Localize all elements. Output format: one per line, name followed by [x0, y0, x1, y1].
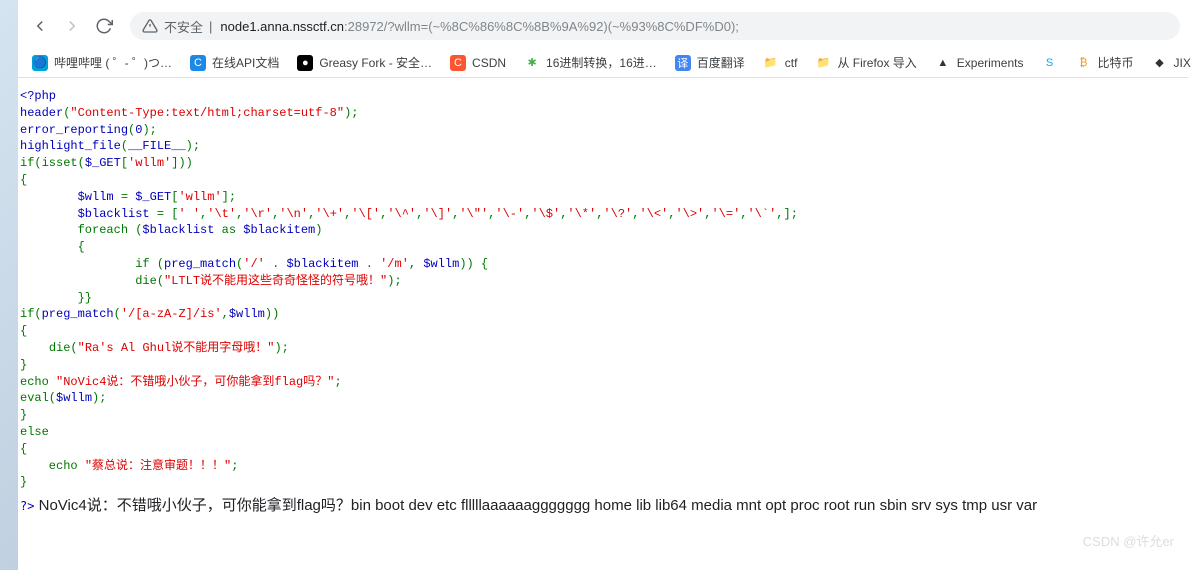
bookmark-item-4[interactable]: ✱ 16进制转换，16进…: [524, 54, 657, 71]
bookmark-icon: ●: [297, 55, 313, 71]
bookmark-icon: 📁: [815, 55, 831, 71]
php-code: <?php header("Content-Type:text/html;cha…: [20, 88, 1192, 491]
bookmark-item-0[interactable]: 🔵 哔哩哔哩 ( ゜- ゜)つ…: [32, 54, 172, 71]
reload-icon[interactable]: [90, 12, 118, 40]
bookmark-icon: 📁: [763, 55, 779, 71]
bookmark-label: CSDN: [472, 56, 506, 70]
forward-icon[interactable]: [58, 12, 86, 40]
url-bar[interactable]: 不安全 | node1.anna.nssctf.cn:28972/?wllm=(…: [130, 12, 1180, 40]
left-decor: [0, 0, 18, 570]
bookmark-label: Greasy Fork - 安全…: [319, 54, 432, 71]
insecure-warning[interactable]: 不安全 |: [142, 17, 212, 36]
bookmark-label: JIX: [1174, 56, 1191, 70]
bookmark-item-3[interactable]: C CSDN: [450, 55, 506, 71]
bookmark-icon: 译: [675, 55, 691, 71]
bookmark-item-6[interactable]: 📁 ctf: [763, 55, 798, 71]
bookmark-label: 百度翻译: [697, 54, 745, 71]
bookmark-icon: C: [190, 55, 206, 71]
watermark: CSDN @许允er: [1083, 531, 1174, 550]
bookmark-item-11[interactable]: ◆ JIX: [1152, 55, 1191, 71]
bookmark-icon: ◆: [1152, 55, 1168, 71]
insecure-label: 不安全: [164, 17, 203, 36]
bookmark-icon: C: [450, 55, 466, 71]
bookmark-item-1[interactable]: C 在线API文档: [190, 54, 279, 71]
bookmark-item-7[interactable]: 📁 从 Firefox 导入: [815, 54, 916, 71]
bookmark-label: ctf: [785, 56, 798, 70]
bookmark-label: Experiments: [957, 56, 1024, 70]
url-text: node1.anna.nssctf.cn:28972/?wllm=(~%8C%8…: [220, 19, 738, 34]
bookmark-bar: 🔵 哔哩哔哩 ( ゜- ゜)つ… C 在线API文档 ● Greasy Fork - 安全…: [18, 48, 1188, 78]
bookmark-item-5[interactable]: 译百度翻译: [675, 54, 745, 71]
browser-nav-bar: 不安全 | node1.anna.nssctf.cn:28972/?wllm=(…: [18, 10, 1188, 42]
back-icon[interactable]: [26, 12, 54, 40]
bookmark-label: 在线API文档: [212, 54, 279, 71]
bookmark-item-8[interactable]: ▲ Experiments: [935, 55, 1024, 71]
bookmark-item-10[interactable]: ₿ 比特币: [1075, 54, 1133, 71]
bookmark-icon: ▲: [935, 55, 951, 71]
bookmark-label: 16进制转换，16进…: [546, 54, 657, 71]
bookmark-icon: ✱: [524, 55, 540, 71]
bookmark-icon: ₿: [1075, 55, 1091, 71]
bookmark-label: 从 Firefox 导入: [837, 54, 916, 71]
bookmark-label: 比特币: [1097, 54, 1133, 71]
bookmark-icon: S: [1041, 55, 1057, 71]
page-content: <?php header("Content-Type:text/html;cha…: [18, 82, 1194, 522]
bookmark-label: 哔哩哔哩 ( ゜- ゜)つ…: [54, 54, 172, 71]
output-text: ?> NoVic4说：不错哦小伙子，可你能拿到flag吗？bin boot de…: [20, 495, 1192, 516]
bookmark-icon: 🔵: [32, 55, 48, 71]
bookmark-item-2[interactable]: ● Greasy Fork - 安全…: [297, 54, 432, 71]
warning-icon: [142, 18, 158, 34]
bookmark-item-9[interactable]: S: [1041, 55, 1057, 71]
